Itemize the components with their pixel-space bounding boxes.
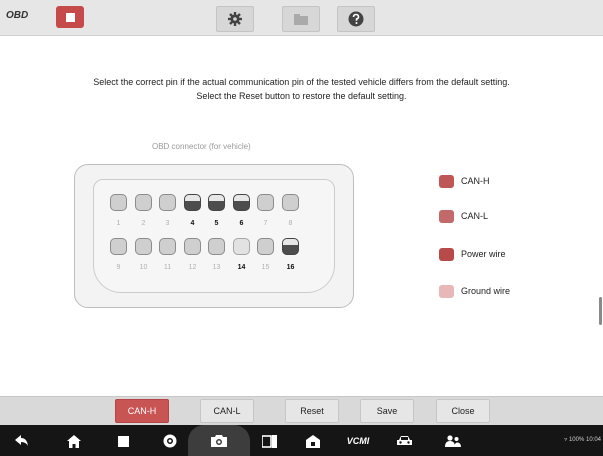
legend-label: CAN-H — [461, 176, 490, 186]
obd-connector — [74, 164, 354, 308]
files-button[interactable] — [282, 6, 320, 32]
pin-number: 13 — [212, 264, 221, 271]
status-text: 100% 10:04 — [568, 437, 601, 443]
close-button[interactable]: Close — [436, 399, 490, 423]
gear-icon — [228, 12, 242, 26]
pin-13[interactable] — [208, 238, 225, 255]
legend-swatch — [439, 285, 454, 298]
scrollbar[interactable] — [599, 297, 602, 325]
pin-8[interactable] — [282, 194, 299, 211]
pin-12[interactable] — [184, 238, 201, 255]
pin-16[interactable] — [282, 238, 299, 255]
shop-icon[interactable] — [303, 431, 323, 451]
pin-2[interactable] — [135, 194, 152, 211]
pin-number: 8 — [288, 220, 293, 227]
vcmi-label: VCMI — [346, 436, 370, 446]
home-icon[interactable] — [64, 431, 84, 451]
pin-4[interactable] — [184, 194, 201, 211]
recent-apps-icon[interactable] — [113, 431, 133, 451]
settings-button[interactable] — [216, 6, 254, 32]
pin-1[interactable] — [110, 194, 127, 211]
pin-3[interactable] — [159, 194, 176, 211]
legend-swatch — [439, 248, 454, 261]
camera-icon — [211, 435, 227, 447]
user-group-icon[interactable] — [443, 431, 463, 451]
help-button[interactable] — [337, 6, 375, 32]
pin-6[interactable] — [233, 194, 250, 211]
can-l-button[interactable]: CAN-L — [200, 399, 254, 423]
stop-button[interactable] — [56, 6, 84, 28]
pin-number: 1 — [116, 220, 121, 227]
wifi-icon: ▿ — [564, 437, 568, 443]
can-h-button[interactable]: CAN-H — [115, 399, 169, 423]
legend-label: CAN-L — [461, 211, 489, 221]
action-bar: CAN-H CAN-L Reset Save Close — [0, 396, 603, 425]
status-readout: ▿ 100% 10:04 — [564, 436, 601, 443]
connector-label: OBD connector (for vehicle) — [152, 142, 251, 151]
legend-swatch — [439, 210, 454, 223]
camera-button[interactable] — [188, 425, 250, 456]
stop-icon — [65, 12, 75, 22]
app-title: OBD — [6, 10, 29, 21]
pin-number: 15 — [261, 264, 270, 271]
pin-7[interactable] — [257, 194, 274, 211]
browser-icon[interactable] — [160, 431, 180, 451]
pin-number: 3 — [165, 220, 170, 227]
pin-number: 5 — [214, 220, 219, 227]
pin-9[interactable] — [110, 238, 127, 255]
screen-mirror-icon[interactable] — [259, 431, 279, 451]
pin-10[interactable] — [135, 238, 152, 255]
reset-button[interactable]: Reset — [285, 399, 339, 423]
pin-number: 14 — [237, 264, 246, 271]
vcmi-icon[interactable]: VCMI — [343, 431, 373, 451]
instruction-line-2: Select the Reset button to restore the d… — [196, 91, 407, 101]
pin-number: 4 — [190, 220, 195, 227]
car-icon[interactable] — [394, 431, 414, 451]
pin-14[interactable] — [233, 238, 250, 255]
legend-label: Power wire — [461, 249, 506, 259]
pin-number: 16 — [286, 264, 295, 271]
pin-number: 12 — [188, 264, 197, 271]
system-navbar: VCMI ▿ 100% 10:04 — [0, 425, 603, 456]
pin-15[interactable] — [257, 238, 274, 255]
pin-number: 11 — [163, 264, 172, 271]
help-icon — [348, 11, 364, 27]
pin-11[interactable] — [159, 238, 176, 255]
pin-number: 2 — [141, 220, 146, 227]
folder-icon — [294, 14, 308, 25]
instructions: Select the correct pin if the actual com… — [20, 75, 583, 103]
pin-number: 10 — [139, 264, 148, 271]
pin-5[interactable] — [208, 194, 225, 211]
pin-number: 9 — [116, 264, 121, 271]
pin-number: 6 — [239, 220, 244, 227]
back-icon[interactable] — [12, 431, 32, 451]
legend-swatch — [439, 175, 454, 188]
top-toolbar: OBD — [0, 0, 603, 36]
legend-label: Ground wire — [461, 286, 511, 296]
pin-number: 7 — [263, 220, 268, 227]
instruction-line-1: Select the correct pin if the actual com… — [93, 77, 510, 87]
save-button[interactable]: Save — [360, 399, 414, 423]
